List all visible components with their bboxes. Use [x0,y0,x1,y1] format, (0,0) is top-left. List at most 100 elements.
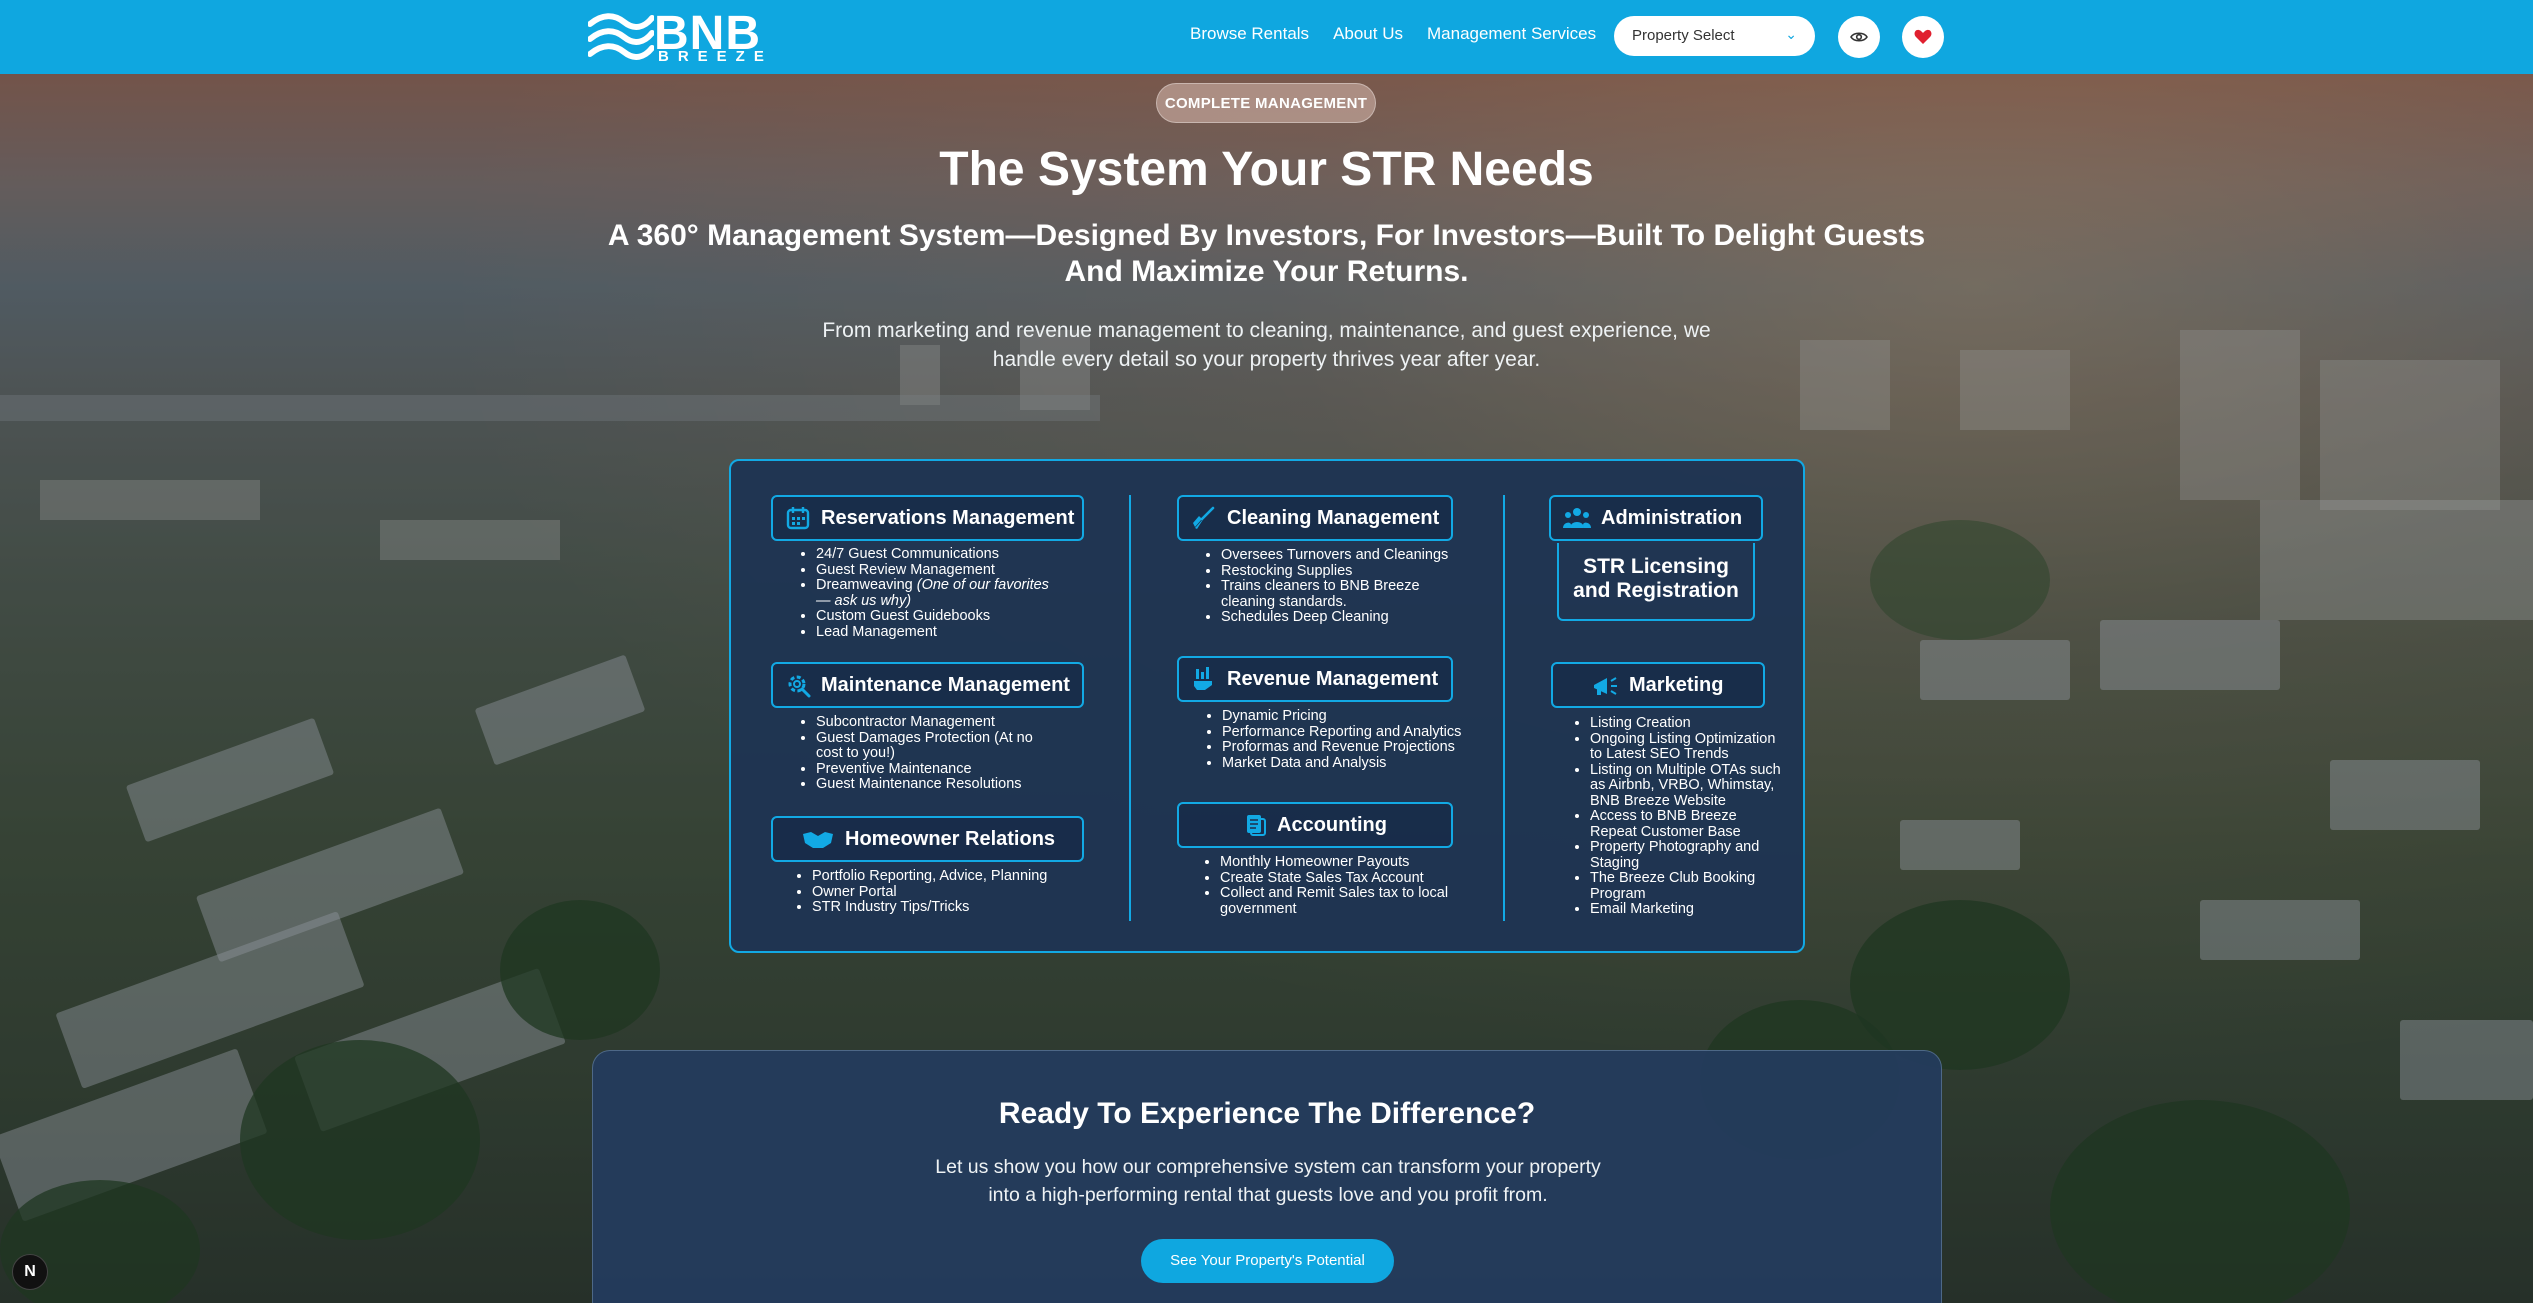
list-item: Schedules Deep Cleaning [1221,609,1474,626]
list-item: The Breeze Club BookingProgram [1590,870,1793,902]
list-item-text: Program [1590,885,1646,902]
view-button[interactable] [1838,16,1880,58]
nav-links: Browse Rentals About Us Management Servi… [1190,24,1596,44]
cta-title: Ready To Experience The Difference? [998,1097,1536,1130]
top-navigation-bar: BNB BREEZE Browse Rentals About Us Manag… [0,0,2533,74]
page-title: The System Your STR Needs [939,143,1594,196]
accounting-heading: Accounting [1177,802,1453,848]
list-item: Performance Reporting and Analytics [1222,724,1495,741]
intro-line-1: From marketing and revenue management to… [822,319,1711,342]
n-logo-badge[interactable]: N [12,1254,48,1290]
list-item-text: as Airbnb, VRBO, Whimstay, [1590,777,1775,793]
list-item-text: Listing on Multiple OTAs such [1590,761,1781,778]
accounting-title: Accounting [1277,813,1387,836]
list-item-text: Repeat Customer Base [1590,823,1741,840]
list-item: 24/7 Guest Communications [816,546,1089,563]
dreamweaving-label: Dreamweaving [816,577,913,593]
list-item: Guest Review Management [816,562,1089,579]
chevron-down-icon: ⌄ [1785,26,1797,42]
nav-link-about-us[interactable]: About Us [1333,24,1403,44]
broom-icon [1193,506,1215,529]
list-item-text: Trains cleaners to BNB Breeze [1221,578,1420,594]
wave-logo-icon [588,13,654,60]
homeowner-relations-heading: Homeowner Relations [771,816,1084,862]
maintenance-management-title: Maintenance Management [821,673,1070,696]
homeowner-list: Portfolio Reporting, Advice, Planning Ow… [795,868,1105,916]
list-item-text: government [1220,900,1297,917]
list-item-text: Collect and Remit Sales tax to local [1220,885,1449,901]
subtitle-line-1: A 360° Management System—Designed By Inv… [607,219,1926,252]
property-select-dropdown[interactable]: Property Select ⌄ [1614,16,1815,56]
column-divider [1503,495,1505,921]
list-item: Subcontractor Management [816,714,1089,731]
maintenance-management-heading: Maintenance Management [771,662,1084,708]
list-item-text: Access to BNB Breeze [1590,808,1737,824]
list-item: Listing on Multiple OTAs suchas Airbnb, … [1590,761,1793,810]
cta-text-line-2: into a high-performing rental that guest… [988,1184,1548,1206]
list-item: Portfolio Reporting, Advice, Planning [812,868,1105,885]
reservations-management-heading: Reservations Management [771,495,1084,541]
licensing-line-2: and Registration [1573,579,1739,602]
list-item-text: to Latest SEO Trends [1590,746,1729,762]
services-panel: Reservations Management 24/7 Guest Commu… [729,459,1805,953]
column-divider [1129,495,1131,921]
nav-link-browse-rentals[interactable]: Browse Rentals [1190,24,1309,44]
list-item: Restocking Supplies [1221,563,1474,580]
revenue-management-title: Revenue Management [1227,667,1439,690]
list-item-text: cost to you!) [816,745,895,761]
list-item-text: Guest Damages Protection (At no [816,729,1033,746]
list-item: Custom Guest Guidebooks [816,608,1089,625]
document-icon [1247,815,1266,836]
list-item: Guest Maintenance Resolutions [816,776,1089,793]
administration-heading: Administration [1549,495,1763,541]
intro-paragraph: From marketing and revenue management to… [810,316,1723,374]
cta-text: Let us show you how our comprehensive sy… [913,1153,1623,1209]
dreamweaving-note-2: — ask us why) [816,592,912,609]
maintenance-list: Subcontractor Management Guest Damages P… [799,714,1089,793]
calendar-icon [786,507,810,530]
str-licensing-box: STR Licensing and Registration [1557,543,1755,621]
list-item: Trains cleaners to BNB Breezecleaning st… [1221,578,1474,610]
handshake-icon [803,832,833,848]
accounting-list: Monthly Homeowner Payouts Create State S… [1203,854,1493,917]
marketing-heading: Marketing [1551,662,1765,708]
page-subtitle: A 360° Management System—Designed By Inv… [600,218,1933,290]
list-item: STR Industry Tips/Tricks [812,899,1105,916]
intro-line-2: handle every detail so your property thr… [992,348,1541,371]
list-item: Market Data and Analysis [1222,755,1495,772]
people-icon [1563,508,1591,528]
list-item: Listing Creation [1590,715,1793,732]
list-item-text: cleaning standards. [1221,593,1347,610]
reservations-list: 24/7 Guest Communications Guest Review M… [799,546,1089,641]
administration-title: Administration [1601,506,1743,529]
list-item: Access to BNB BreezeRepeat Customer Base [1590,808,1793,840]
marketing-title: Marketing [1629,673,1724,696]
logo-subtext: BREEZE [658,48,773,65]
marketing-list: Listing Creation Ongoing Listing Optimiz… [1573,715,1793,918]
cleaning-management-title: Cleaning Management [1227,506,1440,529]
favorites-button[interactable] [1902,16,1944,58]
reservations-management-title: Reservations Management [821,506,1075,529]
cta-section: Ready To Experience The Difference? Let … [592,1050,1942,1303]
chart-hand-icon [1194,667,1212,690]
nav-link-management-services[interactable]: Management Services [1427,24,1596,44]
bnb-breeze-logo[interactable]: BNB BREEZE [588,7,764,65]
cleaning-management-heading: Cleaning Management [1177,495,1453,541]
revenue-list: Dynamic Pricing Performance Reporting an… [1205,708,1495,772]
list-item: Dreamweaving (One of our favorites— ask … [816,577,1089,609]
list-item: Guest Damages Protection (At nocost to y… [816,729,1089,762]
megaphone-icon [1594,677,1617,695]
eye-icon [1850,32,1868,42]
complete-management-badge: COMPLETE MANAGEMENT [1156,83,1376,123]
subtitle-line-2: And Maximize Your Returns. [1064,255,1469,288]
list-item: Create State Sales Tax Account [1220,870,1493,887]
list-item-text: Staging [1590,854,1640,871]
list-item: Monthly Homeowner Payouts [1220,854,1493,871]
heart-icon [1914,29,1932,44]
list-item: Lead Management [816,624,1089,641]
list-item: Dynamic Pricing [1222,708,1495,725]
homeowner-relations-title: Homeowner Relations [845,827,1056,850]
list-item: Ongoing Listing Optimizationto Latest SE… [1590,731,1793,763]
see-property-potential-button[interactable]: See Your Property's Potential [1141,1239,1394,1283]
list-item: Owner Portal [812,884,1105,901]
